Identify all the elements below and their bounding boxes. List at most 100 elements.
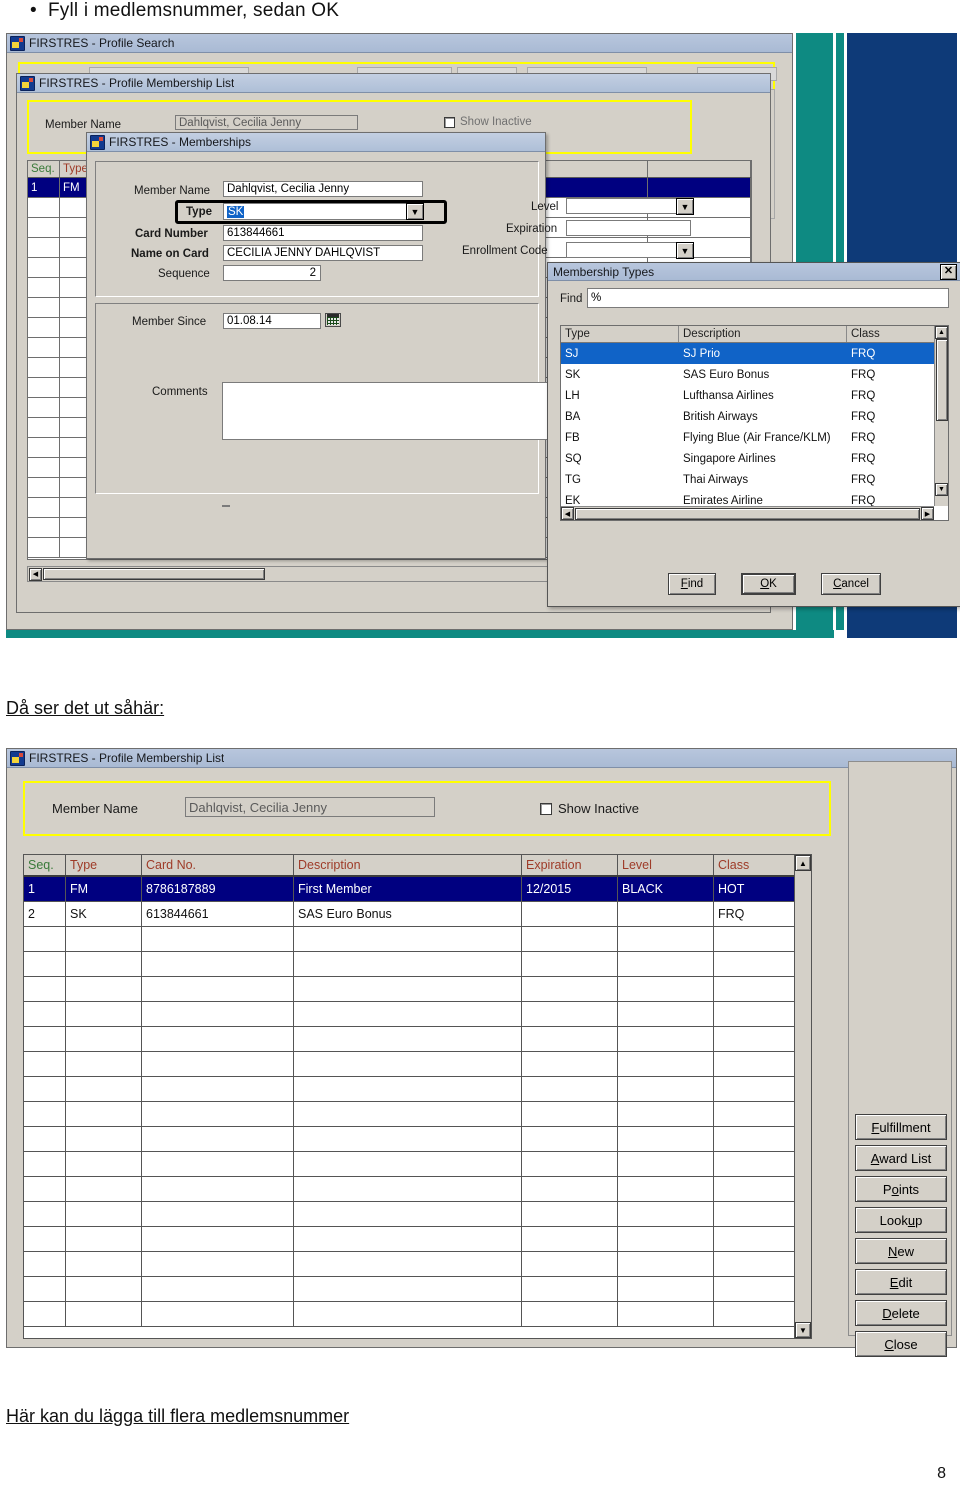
types-vscroll-thumb[interactable] bbox=[935, 339, 948, 421]
accelerator-key: C bbox=[884, 1336, 894, 1352]
type-dropdown-arrow-icon[interactable]: ▼ bbox=[406, 203, 424, 220]
show-inactive-group-back[interactable]: Show Inactive bbox=[444, 116, 532, 128]
action-button-panel: Fulfillment Award List Points Lookup New Edit… bbox=[848, 761, 952, 1357]
table-row-empty[interactable] bbox=[24, 1002, 811, 1027]
types-vscrollbar[interactable]: ▲ ▼ bbox=[934, 326, 948, 506]
window-profile-membership-list[interactable]: FIRSTRES - Profile Membership List Membe… bbox=[6, 748, 957, 1357]
memberships-name-on-card-field[interactable]: CECILIA JENNY DAHLQVIST bbox=[223, 245, 423, 261]
table-row-empty[interactable] bbox=[24, 927, 811, 952]
close-icon[interactable]: ✕ bbox=[940, 263, 957, 280]
cell-expiration: 12/2015 bbox=[522, 877, 618, 901]
show-inactive-checkbox[interactable] bbox=[540, 802, 552, 815]
table-row-empty[interactable] bbox=[24, 1227, 811, 1252]
grid-vscrollbar[interactable]: ▲ ▼ bbox=[794, 855, 811, 1338]
accelerator-key: D bbox=[882, 1305, 892, 1321]
show-inactive-group[interactable]: Show Inactive bbox=[540, 801, 639, 816]
button-label: New bbox=[887, 1243, 914, 1259]
edit-button[interactable]: Edit bbox=[855, 1269, 947, 1295]
memberships-comments-field[interactable] bbox=[222, 505, 230, 507]
grid-scroll-down-icon[interactable]: ▼ bbox=[795, 1322, 811, 1338]
award-list-button[interactable]: Award List bbox=[855, 1145, 947, 1171]
membership-list-titlebar[interactable]: FIRSTRES - Profile Membership List bbox=[7, 749, 956, 768]
grid-col-seq-back: Seq. bbox=[28, 161, 60, 177]
fulfillment-button[interactable]: Fulfillment bbox=[855, 1114, 947, 1140]
types-scroll-up-icon[interactable]: ▲ bbox=[935, 326, 948, 339]
table-row-empty[interactable] bbox=[24, 1052, 811, 1077]
profile-search-title: FIRSTRES - Profile Search bbox=[29, 36, 175, 50]
types-row[interactable]: SQ Singapore Airlines FRQ bbox=[561, 448, 948, 469]
cell-empty bbox=[294, 1227, 522, 1251]
dialog-membership-types[interactable]: Membership Types ✕ Find % Type Descripti… bbox=[547, 262, 960, 607]
table-row-empty[interactable] bbox=[24, 1202, 811, 1227]
table-row-empty[interactable] bbox=[24, 1077, 811, 1102]
show-inactive-checkbox-back[interactable] bbox=[444, 116, 455, 128]
cell-empty bbox=[714, 1002, 794, 1026]
lookup-button[interactable]: Lookup bbox=[855, 1207, 947, 1233]
find-button[interactable]: Find bbox=[668, 573, 716, 595]
memberships-sequence-field[interactable]: 2 bbox=[223, 265, 321, 281]
memberships-titlebar[interactable]: FIRSTRES - Memberships bbox=[87, 133, 545, 152]
types-row[interactable]: LH Lufthansa Airlines FRQ bbox=[561, 385, 948, 406]
cell-empty bbox=[618, 1252, 714, 1276]
cell-empty bbox=[294, 1177, 522, 1201]
member-name-field-back[interactable]: Dahlqvist, Cecilia Jenny bbox=[175, 115, 358, 130]
cell-empty bbox=[24, 1202, 66, 1226]
enrollment-dropdown-arrow-icon[interactable]: ▼ bbox=[676, 242, 694, 259]
types-hscroll-thumb[interactable] bbox=[575, 507, 920, 520]
membership-list-titlebar-back[interactable]: FIRSTRES - Profile Membership List bbox=[17, 74, 770, 93]
types-scroll-right-icon[interactable]: ▶ bbox=[921, 507, 934, 520]
memberships-member-name-field[interactable]: Dahlqvist, Cecilia Jenny bbox=[223, 181, 423, 197]
cell-empty bbox=[66, 1077, 142, 1101]
memberships-title: FIRSTRES - Memberships bbox=[109, 135, 252, 149]
calendar-icon[interactable] bbox=[325, 313, 341, 327]
table-row-empty[interactable] bbox=[24, 1302, 811, 1327]
types-row[interactable]: SJ SJ Prio FRQ bbox=[561, 343, 948, 364]
memberships-level-field[interactable] bbox=[566, 198, 691, 214]
types-hscrollbar[interactable]: ◀ ▶ bbox=[561, 506, 934, 520]
cell-empty bbox=[66, 1002, 142, 1026]
table-row-empty[interactable] bbox=[24, 1027, 811, 1052]
close-button[interactable]: Close bbox=[855, 1331, 947, 1357]
cell-level: BLACK bbox=[618, 877, 714, 901]
member-name-field[interactable]: Dahlqvist, Cecilia Jenny bbox=[185, 797, 435, 817]
table-row-empty[interactable] bbox=[24, 1277, 811, 1302]
memberships-type-field[interactable]: SK bbox=[223, 203, 423, 220]
table-row[interactable]: 1 FM 8786187889 First Member 12/2015 BLACK HOT bbox=[24, 877, 811, 902]
table-row-empty[interactable] bbox=[24, 977, 811, 1002]
level-dropdown-arrow-icon[interactable]: ▼ bbox=[676, 198, 694, 215]
memberships-comments-box[interactable] bbox=[222, 382, 552, 440]
cancel-button[interactable]: Cancel bbox=[821, 573, 881, 595]
bullet-dot-icon: • bbox=[30, 0, 37, 21]
memberships-card-number-field[interactable]: 613844661 bbox=[223, 225, 423, 241]
cell-type: FM bbox=[66, 877, 142, 901]
types-scroll-left-icon[interactable]: ◀ bbox=[561, 507, 574, 520]
types-row[interactable]: BA British Airways FRQ bbox=[561, 406, 948, 427]
grid-scroll-up-icon[interactable]: ▲ bbox=[795, 855, 811, 871]
membership-grid[interactable]: Seq. Type Card No. Description Expiratio… bbox=[23, 854, 812, 1339]
table-row-empty[interactable] bbox=[24, 1177, 811, 1202]
hscroll-left-arrow-back[interactable]: ◀ bbox=[29, 567, 42, 581]
points-button[interactable]: Points bbox=[855, 1176, 947, 1202]
memberships-enrollment-code-field[interactable] bbox=[566, 242, 691, 258]
types-row[interactable]: SK SAS Euro Bonus FRQ bbox=[561, 364, 948, 385]
new-button[interactable]: New bbox=[855, 1238, 947, 1264]
cell-empty bbox=[66, 977, 142, 1001]
memberships-member-since-field[interactable]: 01.08.14 bbox=[223, 313, 321, 329]
types-row[interactable]: FB Flying Blue (Air France/KLM) FRQ bbox=[561, 427, 948, 448]
table-row-empty[interactable] bbox=[24, 1152, 811, 1177]
ok-button[interactable]: OK bbox=[741, 573, 796, 595]
membership-types-titlebar[interactable]: Membership Types ✕ bbox=[548, 263, 960, 281]
table-row-empty[interactable] bbox=[24, 1127, 811, 1152]
types-row[interactable]: TG Thai Airways FRQ bbox=[561, 469, 948, 490]
table-row-empty[interactable] bbox=[24, 1252, 811, 1277]
memberships-expiration-field[interactable] bbox=[566, 220, 691, 236]
table-row[interactable]: 2 SK 613844661 SAS Euro Bonus FRQ bbox=[24, 902, 811, 927]
find-input[interactable]: % bbox=[587, 288, 949, 308]
profile-search-titlebar[interactable]: FIRSTRES - Profile Search bbox=[7, 34, 792, 53]
table-row-empty[interactable] bbox=[24, 1102, 811, 1127]
hscroll-thumb-back[interactable] bbox=[43, 568, 265, 580]
delete-button[interactable]: Delete bbox=[855, 1300, 947, 1326]
types-scroll-down-icon[interactable]: ▼ bbox=[935, 483, 948, 496]
membership-types-list[interactable]: Type Description Class SJ SJ Prio FRQ SK SAS… bbox=[560, 325, 949, 521]
table-row-empty[interactable] bbox=[24, 952, 811, 977]
